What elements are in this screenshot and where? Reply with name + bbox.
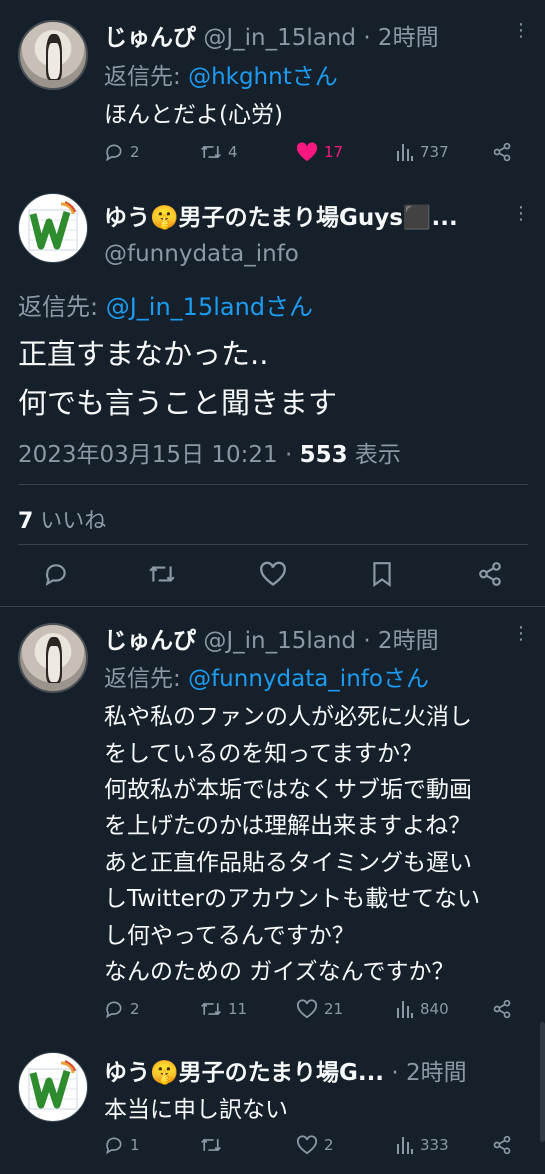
views-button[interactable]: 737 <box>396 142 449 162</box>
tweet-text-line: をしているのを知ってますか？ <box>104 741 424 767</box>
share-icon <box>493 142 511 162</box>
tweet-date[interactable]: 2023年03月15日 10:21 · <box>18 442 300 468</box>
avatar-junpi[interactable] <box>18 623 88 693</box>
timestamp[interactable]: · 2時間 <box>363 628 438 654</box>
divider <box>0 606 545 607</box>
reply-count: 2 <box>130 143 140 161</box>
tweet-text-line: なんのための ガイズなんですか？ <box>104 959 455 985</box>
share-icon <box>479 562 501 586</box>
heart-icon <box>296 1135 318 1155</box>
avatar-funnydata[interactable] <box>18 193 88 263</box>
reply-prefix: 返信先: <box>104 64 189 90</box>
views-count: 737 <box>420 143 449 161</box>
retweet-button[interactable] <box>148 561 176 587</box>
likes-label: いいね <box>33 509 107 534</box>
more-options-icon[interactable]: ⋮ <box>512 623 530 644</box>
like-count: 17 <box>324 143 344 161</box>
tweet-text: ほんとだよ(心労) <box>104 102 283 128</box>
retweet-count: 4 <box>228 143 238 161</box>
reply-icon <box>106 144 122 162</box>
heart-icon <box>296 999 318 1019</box>
reply-count: 2 <box>130 1000 140 1018</box>
like-button[interactable]: 17 <box>296 142 343 162</box>
reply-button[interactable] <box>43 561 69 587</box>
retweet-button[interactable]: 11 <box>200 999 247 1019</box>
retweet-count: 11 <box>228 1000 248 1018</box>
divider <box>18 544 528 545</box>
reply-prefix: 返信先: <box>18 293 106 321</box>
timestamp[interactable]: · 2時間 <box>363 25 438 51</box>
more-options-icon[interactable]: ⋮ <box>512 203 530 224</box>
bookmark-button[interactable] <box>370 561 394 587</box>
likes-count: 7 <box>18 509 34 534</box>
guys-logo-icon <box>19 194 87 262</box>
heart-icon <box>260 561 286 586</box>
retweet-icon <box>201 1002 221 1016</box>
author-handle[interactable]: @J_in_15land <box>203 628 356 654</box>
more-options-icon[interactable]: ⋮ <box>512 20 530 41</box>
analytics-icon <box>397 1137 413 1154</box>
reply-button[interactable]: 2 <box>104 999 140 1019</box>
avatar-junpi[interactable] <box>18 20 88 90</box>
share-button[interactable] <box>492 999 512 1019</box>
author-handle[interactable]: @funnydata_info <box>104 241 299 267</box>
reply-to-link[interactable]: @funnydata_infoさん <box>188 666 429 692</box>
avatar-funnydata[interactable] <box>18 1052 88 1122</box>
like-count: 21 <box>324 1000 344 1018</box>
share-button[interactable] <box>492 1135 512 1155</box>
retweet-icon <box>201 145 221 159</box>
guys-logo-icon <box>19 1053 87 1121</box>
analytics-icon <box>397 1001 413 1018</box>
tweet-text-line: 私や私のファンの人が必死に火消し <box>104 704 472 730</box>
retweet-icon <box>149 566 175 582</box>
views-count: 553 <box>299 442 348 468</box>
divider <box>18 484 528 485</box>
tweet-text-line: あと正直作品貼るタイミングも遅い <box>104 850 472 876</box>
views-button[interactable]: 333 <box>396 1135 449 1155</box>
like-button[interactable] <box>259 561 287 587</box>
heart-filled-icon <box>296 142 318 162</box>
share-button[interactable] <box>492 142 512 162</box>
reply-icon <box>106 1137 122 1155</box>
reply-icon <box>106 1001 122 1019</box>
tweet-text-line: しTwitterのアカウントも載せてない <box>104 886 481 912</box>
timestamp[interactable]: · 2時間 <box>391 1060 466 1086</box>
share-button[interactable] <box>477 561 503 587</box>
author-name[interactable]: じゅんぴ <box>104 25 196 51</box>
tweet-text-line: を上げたのかは理解出来ますよね？ <box>104 813 472 839</box>
retweet-icon <box>201 1138 221 1152</box>
author-name[interactable]: じゅんぴ <box>104 628 196 654</box>
retweet-button[interactable]: 4 <box>200 142 238 162</box>
like-button[interactable]: 21 <box>296 999 343 1019</box>
like-button[interactable]: 2 <box>296 1135 334 1155</box>
views-count: 840 <box>420 1000 449 1018</box>
reply-to-link[interactable]: @hkghntさん <box>188 64 338 90</box>
reply-prefix: 返信先: <box>104 666 189 692</box>
share-icon <box>493 1135 511 1155</box>
reply-icon <box>45 564 66 587</box>
views-count: 333 <box>420 1136 449 1154</box>
reply-to-link[interactable]: @J_in_15landさん <box>106 293 313 321</box>
tweet-text-line: 何故私が本垢ではなくサブ垢で動画 <box>104 777 472 803</box>
retweet-button[interactable] <box>200 1135 228 1155</box>
tweet-text: 本当に申し訳ない <box>104 1097 288 1123</box>
reply-count: 1 <box>130 1136 140 1154</box>
tweet-text-line-1: 正直すまなかった.. <box>18 337 269 371</box>
analytics-icon <box>397 144 413 161</box>
author-name[interactable]: ゆう🤫男子のたまり場Guys⬛... <box>104 198 458 232</box>
reply-button[interactable]: 1 <box>104 1135 140 1155</box>
views-label: 表示 <box>347 442 401 468</box>
tweet-text-line: し何やってるんですか？ <box>104 923 355 949</box>
reply-button[interactable]: 2 <box>104 142 140 162</box>
scrollbar[interactable] <box>540 1022 545 1142</box>
author-name[interactable]: ゆう🤫男子のたまり場G... <box>104 1060 384 1086</box>
like-count: 2 <box>324 1136 334 1154</box>
views-button[interactable]: 840 <box>396 999 449 1019</box>
tweet-text-line-2: 何でも言うこと聞きます <box>18 386 338 420</box>
bookmark-icon <box>373 562 391 587</box>
author-handle[interactable]: @J_in_15land <box>203 25 356 51</box>
likes-summary[interactable]: 7 いいね <box>18 503 106 535</box>
share-icon <box>493 999 511 1019</box>
